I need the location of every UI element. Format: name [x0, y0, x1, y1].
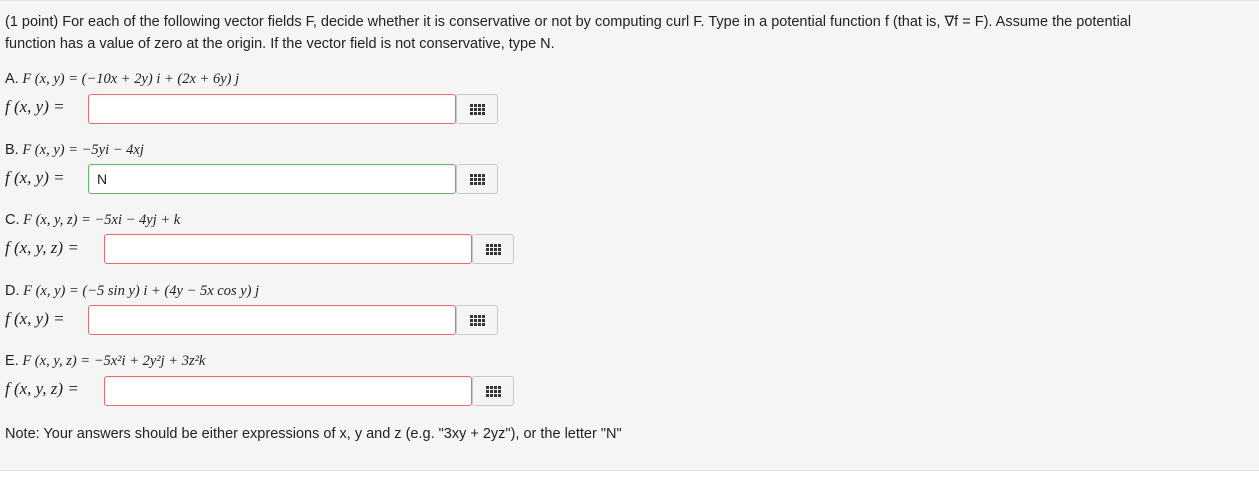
part-b-equation-button[interactable] [456, 164, 498, 194]
part-c-answer-input[interactable] [104, 234, 472, 264]
part-c-expression: F (x, y, z) = −5xi − 4yj + k [23, 212, 181, 228]
part-b-label: B. [5, 142, 19, 158]
part-d-label: D. [5, 283, 20, 299]
part-a-answer-label: f (x, y) = [5, 97, 65, 116]
part-c-equation-button[interactable] [472, 234, 514, 264]
part-e-field: E. F (x, y, z) = −5x²i + 2y²j + 3z²k [5, 353, 205, 370]
part-b-field: B. F (x, y) = −5yi − 4xj [5, 142, 144, 159]
part-d-answer-label: f (x, y) = [5, 309, 65, 328]
part-c-answer-label: f (x, y, z) = [5, 238, 79, 257]
part-c-label: C. [5, 212, 20, 228]
part-c-field: C. F (x, y, z) = −5xi − 4yj + k [5, 212, 180, 229]
answer-note: Note: Your answers should be either expr… [5, 426, 622, 442]
grid-icon [469, 173, 485, 185]
part-a-answer-input[interactable] [88, 94, 456, 124]
part-d-answer-input[interactable] [88, 305, 456, 335]
part-a-equation-button[interactable] [456, 94, 498, 124]
part-b-expression: F (x, y) = −5yi − 4xj [22, 142, 144, 158]
grid-icon [485, 385, 501, 397]
problem-intro: (1 point) For each of the following vect… [5, 11, 1250, 55]
intro-line-1: (1 point) For each of the following vect… [5, 14, 1132, 30]
part-a-expression: F (x, y) = (−10x + 2y) i + (2x + 6y) j [22, 71, 240, 87]
grid-icon [485, 243, 501, 255]
part-d-field: D. F (x, y) = (−5 sin y) i + (4y − 5x co… [5, 283, 259, 300]
part-e-expression: F (x, y, z) = −5x²i + 2y²j + 3z²k [22, 353, 206, 369]
part-e-answer-input[interactable] [104, 376, 472, 406]
part-e-label: E. [5, 353, 19, 369]
intro-line-2: function has a value of zero at the orig… [5, 36, 555, 52]
grid-icon [469, 103, 485, 115]
part-b-answer-input[interactable]: N [88, 164, 456, 194]
part-b-answer-label: f (x, y) = [5, 168, 65, 187]
part-e-answer-label: f (x, y, z) = [5, 379, 79, 398]
part-a-field: A. F (x, y) = (−10x + 2y) i + (2x + 6y) … [5, 71, 239, 88]
part-d-equation-button[interactable] [456, 305, 498, 335]
grid-icon [469, 314, 485, 326]
part-e-equation-button[interactable] [472, 376, 514, 406]
part-d-expression: F (x, y) = (−5 sin y) i + (4y − 5x cos y… [23, 283, 260, 299]
problem-container: (1 point) For each of the following vect… [0, 0, 1259, 471]
part-a-label: A. [5, 71, 19, 87]
